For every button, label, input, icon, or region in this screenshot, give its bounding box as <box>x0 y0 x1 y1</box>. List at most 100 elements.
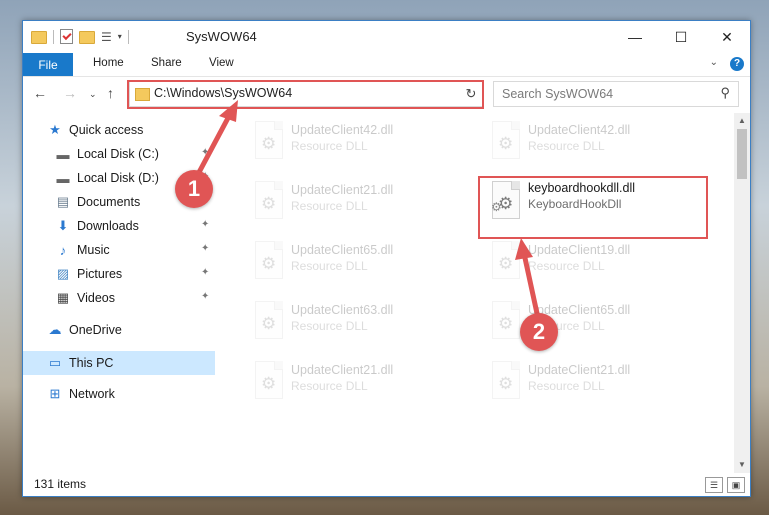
quick-access-toolbar: ☰ ▾ <box>31 29 129 44</box>
file-name: UpdateClient63.dll <box>291 303 394 317</box>
file-item[interactable]: ⚙ UpdateClient21.dll Resource DLL <box>241 355 461 407</box>
file-type: Resource DLL <box>291 379 368 393</box>
drive-icon: ▬ <box>56 146 70 162</box>
search-icon[interactable]: ⚲ <box>720 85 730 101</box>
tab-share[interactable]: Share <box>151 57 182 69</box>
details-view-icon[interactable]: ☰ <box>705 477 723 493</box>
recent-locations-chevron-icon[interactable]: ⌄ <box>89 89 97 100</box>
title-bar: ☰ ▾ SysWOW64 — ☐ ✕ <box>23 21 750 53</box>
file-item[interactable]: ⚙ UpdateClient21.dll Resource DLL <box>478 355 698 407</box>
file-type: Resource DLL <box>528 379 605 393</box>
back-arrow-icon[interactable]: ← <box>33 85 47 101</box>
step-2-badge: 2 <box>520 313 558 351</box>
dll-file-icon: ⚙ <box>249 301 285 343</box>
pin-icon[interactable]: ✦ <box>201 243 209 254</box>
pin-icon[interactable]: ✦ <box>201 267 209 278</box>
view-options-icon[interactable]: ☰ <box>101 30 112 44</box>
minimize-button[interactable]: — <box>612 21 658 53</box>
folder-icon[interactable] <box>31 31 47 44</box>
file-name: UpdateClient65.dll <box>291 243 394 257</box>
file-type: Resource DLL <box>528 259 605 273</box>
item-count: 131 items <box>34 477 87 491</box>
file-item[interactable]: ⚙ UpdateClient42.dll Resource DLL <box>478 115 698 167</box>
tab-view[interactable]: View <box>209 57 234 69</box>
sidebar-item-downloads[interactable]: ⬇ Downloads <box>55 215 139 237</box>
sidebar-item-label: Network <box>69 387 115 401</box>
sidebar-item-label: Local Disk (C:) <box>77 147 159 161</box>
toolbar-divider <box>127 29 129 44</box>
file-name: UpdateClient21.dll <box>291 363 394 377</box>
pin-icon[interactable]: ✦ <box>201 291 209 302</box>
up-arrow-icon[interactable]: ↑ <box>107 85 114 101</box>
file-type: Resource DLL <box>291 199 368 213</box>
sidebar-item-label: Documents <box>77 195 141 209</box>
sidebar-item-label: Quick access <box>69 123 144 137</box>
dll-file-icon: ⚙ <box>249 181 285 223</box>
step-1-badge: 1 <box>175 170 213 208</box>
file-item[interactable]: ⚙ UpdateClient65.dll Resource DLL <box>478 295 698 347</box>
sidebar-item-music[interactable]: ♪ Music <box>55 239 110 261</box>
star-icon: ★ <box>49 122 61 137</box>
sidebar-item-label: Downloads <box>77 219 139 233</box>
new-folder-icon[interactable] <box>79 31 95 44</box>
search-input[interactable]: Search SysWOW64 ⚲ <box>493 81 739 107</box>
file-item[interactable]: ⚙ UpdateClient21.dll Resource DLL <box>241 175 461 227</box>
onedrive-icon: ☁ <box>48 322 62 337</box>
sidebar-item-documents[interactable]: ▤ Documents <box>55 191 140 213</box>
vertical-scrollbar[interactable]: ▲ ▼ <box>734 113 750 473</box>
customize-toolbar-dropdown-icon[interactable]: ▾ <box>118 32 122 41</box>
file-item[interactable]: ⚙ UpdateClient65.dll Resource DLL <box>241 235 461 287</box>
scroll-thumb[interactable] <box>737 129 747 179</box>
sidebar-item-label: This PC <box>69 356 114 370</box>
file-type: Resource DLL <box>291 139 368 153</box>
drive-icon: ▬ <box>56 170 70 186</box>
forward-arrow-icon[interactable]: → <box>63 85 77 101</box>
search-placeholder: Search SysWOW64 <box>502 87 614 101</box>
scroll-up-icon[interactable]: ▲ <box>734 113 750 129</box>
dll-file-icon: ⚙ <box>486 241 522 283</box>
computer-icon: ▭ <box>48 355 62 370</box>
file-name: UpdateClient42.dll <box>528 123 631 137</box>
help-icon[interactable]: ? <box>730 57 744 71</box>
sidebar-item-this-pc[interactable]: ▭ This PC <box>47 352 114 374</box>
status-bar: 131 items ☰ ▣ <box>23 473 750 496</box>
documents-icon: ▤ <box>56 194 70 209</box>
file-name: UpdateClient21.dll <box>528 363 631 377</box>
file-type: Resource DLL <box>291 259 368 273</box>
videos-icon: ▦ <box>56 290 70 305</box>
pictures-icon: ▨ <box>56 266 70 281</box>
address-bar-highlight-box <box>127 80 484 109</box>
sidebar-item-local-disk-d[interactable]: ▬ Local Disk (D:) <box>55 167 159 189</box>
navigation-pane: ★ Quick access ▬ Local Disk (C:) ✦ ▬ Loc… <box>23 113 215 473</box>
sidebar-item-local-disk-c[interactable]: ▬ Local Disk (C:) <box>55 143 159 165</box>
file-name: UpdateClient42.dll <box>291 123 394 137</box>
dll-file-icon: ⚙ <box>249 241 285 283</box>
sidebar-item-videos[interactable]: ▦ Videos <box>55 287 115 309</box>
scroll-down-icon[interactable]: ▼ <box>734 457 750 473</box>
dll-file-icon: ⚙ <box>486 121 522 163</box>
sidebar-item-quick-access[interactable]: ★ Quick access <box>47 119 143 141</box>
file-type: Resource DLL <box>528 139 605 153</box>
expand-ribbon-icon[interactable]: ⌄ <box>710 57 718 68</box>
pin-icon[interactable]: ✦ <box>201 219 209 230</box>
dll-file-icon: ⚙ <box>249 121 285 163</box>
toolbar-divider <box>53 29 54 44</box>
sidebar-item-pictures[interactable]: ▨ Pictures <box>55 263 122 285</box>
large-icons-view-icon[interactable]: ▣ <box>727 477 745 493</box>
file-type: Resource DLL <box>291 319 368 333</box>
file-item[interactable]: ⚙ UpdateClient19.dll Resource DLL <box>478 235 698 287</box>
file-list: ⚙ UpdateClient42.dll Resource DLL ⚙ Upda… <box>231 113 736 473</box>
sidebar-item-network[interactable]: ⊞ Network <box>47 383 115 405</box>
file-item[interactable]: ⚙ UpdateClient42.dll Resource DLL <box>241 115 461 167</box>
file-name: UpdateClient21.dll <box>291 183 394 197</box>
maximize-button[interactable]: ☐ <box>658 21 704 53</box>
tab-home[interactable]: Home <box>93 57 124 69</box>
file-item[interactable]: ⚙ UpdateClient63.dll Resource DLL <box>241 295 461 347</box>
sidebar-item-onedrive[interactable]: ☁ OneDrive <box>47 319 122 341</box>
sidebar-item-label: OneDrive <box>69 323 122 337</box>
pin-icon[interactable]: ✦ <box>201 147 209 158</box>
close-button[interactable]: ✕ <box>704 21 750 53</box>
tab-file[interactable]: File <box>23 53 73 76</box>
properties-icon[interactable] <box>60 29 73 44</box>
sidebar-item-label: Local Disk (D:) <box>77 171 159 185</box>
